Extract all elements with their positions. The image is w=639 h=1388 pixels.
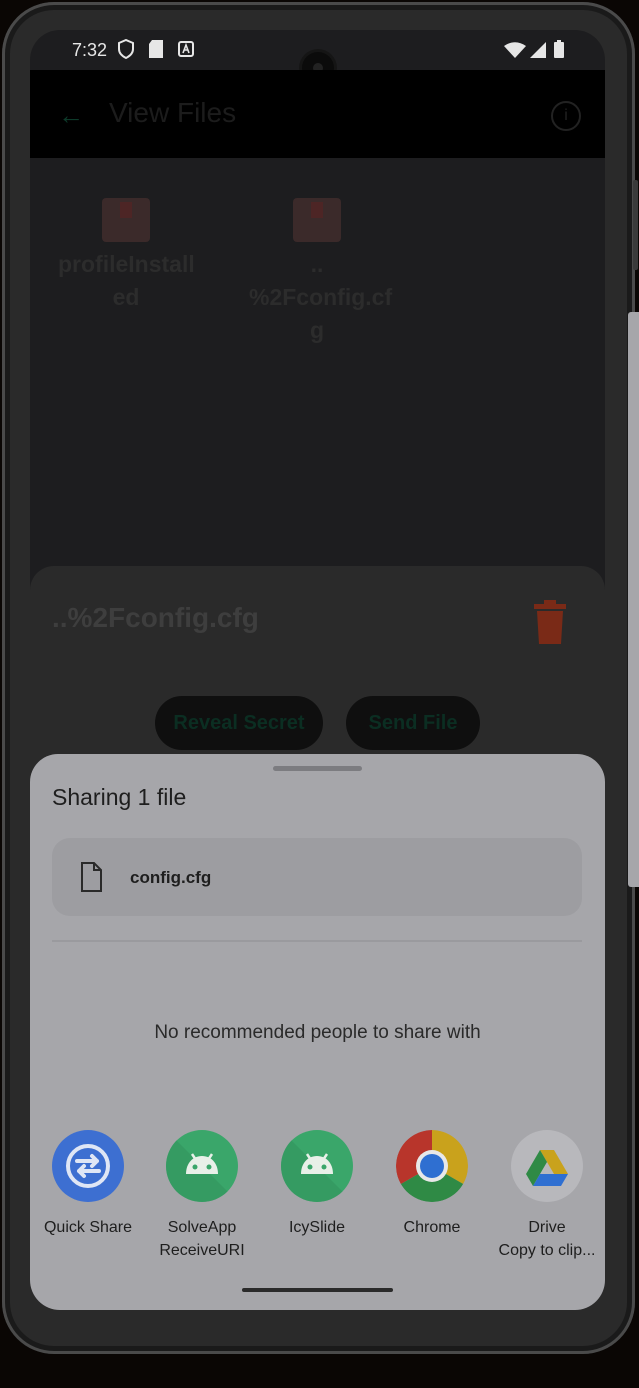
battery-icon xyxy=(554,40,564,63)
document-icon xyxy=(80,862,102,892)
share-sheet: Sharing 1 file config.cfg No recommended… xyxy=(30,754,605,1310)
share-target-drive[interactable]: Drive Copy to clip... xyxy=(491,1130,603,1262)
cell-signal-icon xyxy=(530,42,546,63)
archive-file-icon xyxy=(102,198,150,242)
shield-icon xyxy=(118,38,134,64)
divider xyxy=(52,940,582,942)
share-title: Sharing 1 file xyxy=(52,784,187,810)
file-tile-label: profileInstall ed xyxy=(58,251,195,310)
side-scroll-strip xyxy=(628,312,639,887)
trash-icon[interactable] xyxy=(533,600,567,644)
share-target-label: Chrome xyxy=(403,1219,461,1236)
gesture-nav-bar[interactable] xyxy=(242,1288,393,1292)
a-notification-icon xyxy=(178,41,194,62)
reveal-secret-button[interactable]: Reveal Secret xyxy=(155,696,323,750)
share-target-label: IcySlide xyxy=(288,1219,346,1236)
no-recommendations-text: No recommended people to share with xyxy=(154,1022,481,1043)
wifi-icon xyxy=(504,42,526,63)
share-target-chrome[interactable]: Chrome xyxy=(376,1130,488,1239)
android-icon xyxy=(166,1130,238,1202)
share-target-label: Drive Copy to clip... xyxy=(498,1219,596,1259)
info-icon[interactable]: i xyxy=(551,101,581,131)
page-title: View Files xyxy=(109,97,237,128)
phone-screen: 7:32 ← View Files i profileInstall ed ..… xyxy=(30,30,605,1310)
android-icon xyxy=(281,1130,353,1202)
quick-share-icon xyxy=(52,1130,124,1202)
share-target-quick-share[interactable]: Quick Share xyxy=(32,1130,144,1239)
shared-file-chip: config.cfg xyxy=(52,838,582,916)
drag-handle[interactable] xyxy=(273,766,362,771)
status-time: 7:32 xyxy=(72,40,108,60)
file-tile-config[interactable]: .. %2Fconfig.cf g xyxy=(249,198,393,347)
sd-card-icon xyxy=(148,39,164,64)
power-button xyxy=(633,180,638,270)
detail-filename: ..%2Fconfig.cfg xyxy=(52,602,259,633)
drive-icon xyxy=(511,1130,583,1202)
file-tile-label: .. %2Fconfig.cf g xyxy=(249,251,393,343)
share-target-icyslide[interactable]: IcySlide xyxy=(261,1130,373,1239)
file-tile-profile[interactable]: profileInstall ed xyxy=(58,198,195,314)
share-target-solveapp[interactable]: SolveApp ReceiveURI xyxy=(146,1130,258,1262)
send-file-button[interactable]: Send File xyxy=(346,696,480,750)
shared-file-name: config.cfg xyxy=(130,868,212,887)
app-bar: ← View Files i xyxy=(30,70,605,158)
share-target-label: Quick Share xyxy=(43,1219,133,1236)
archive-file-icon xyxy=(293,198,341,242)
chrome-icon xyxy=(396,1130,468,1202)
back-arrow-icon[interactable]: ← xyxy=(58,100,84,131)
share-target-label: SolveApp ReceiveURI xyxy=(159,1219,245,1259)
